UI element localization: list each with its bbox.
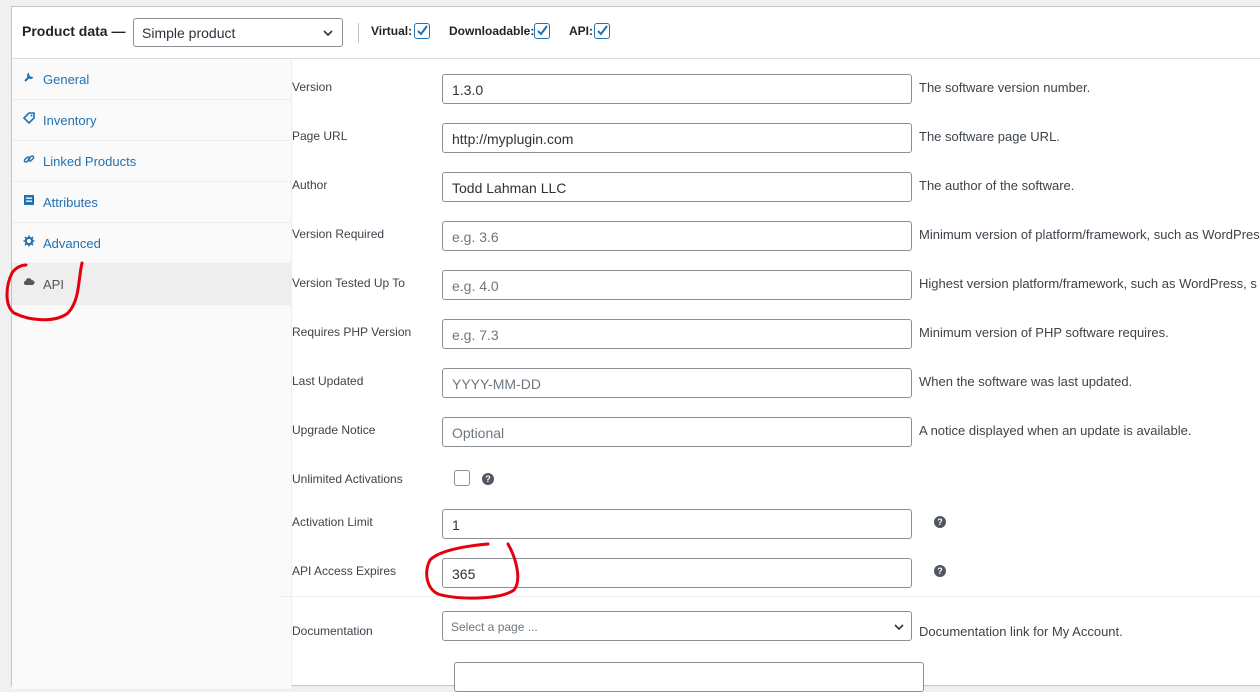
- documentation-description: Documentation link for My Account.: [919, 624, 1123, 639]
- help-icon[interactable]: ?: [482, 473, 494, 485]
- version-required-label: Version Required: [292, 227, 385, 241]
- page-url-label: Page URL: [292, 129, 348, 143]
- author-label: Author: [292, 178, 328, 192]
- version-label: Version: [292, 80, 333, 94]
- chevron-down-icon: [894, 624, 904, 631]
- checkmark-icon: [537, 25, 548, 36]
- product-data-tabs: General Inventory Linked Products Attrib…: [12, 59, 292, 689]
- upgrade-notice-input[interactable]: Optional: [442, 417, 912, 447]
- virtual-checkbox[interactable]: [414, 23, 430, 39]
- activation-limit-label: Activation Limit: [292, 515, 373, 529]
- product-type-value: Simple product: [142, 25, 236, 41]
- documentation-select[interactable]: Select a page ...: [442, 611, 912, 641]
- version-tested-input[interactable]: e.g. 4.0: [442, 270, 912, 300]
- help-icon[interactable]: ?: [934, 565, 946, 577]
- link-icon: [23, 155, 35, 163]
- tab-attributes-label: Attributes: [43, 195, 98, 210]
- activation-limit-input[interactable]: 1: [442, 509, 912, 539]
- tab-inventory-label: Inventory: [43, 113, 97, 128]
- help-icon[interactable]: ?: [934, 516, 946, 528]
- version-input[interactable]: 1.3.0: [442, 74, 912, 104]
- version-required-description: Minimum version of platform/framework, s…: [919, 227, 1260, 242]
- page-url-input[interactable]: http://myplugin.com: [442, 123, 912, 153]
- product-type-select[interactable]: Simple product: [133, 18, 343, 47]
- version-tested-description: Highest version platform/framework, such…: [919, 276, 1257, 291]
- api-checkbox[interactable]: [594, 23, 610, 39]
- requires-php-input[interactable]: e.g. 7.3: [442, 319, 912, 349]
- tab-linked-products-label: Linked Products: [43, 154, 137, 169]
- list-icon: [24, 195, 34, 205]
- unlimited-activations-label: Unlimited Activations: [292, 472, 403, 486]
- upgrade-notice-description: A notice displayed when an update is ava…: [919, 423, 1192, 438]
- tab-advanced[interactable]: Advanced: [12, 223, 291, 264]
- version-description: The software version number.: [919, 80, 1091, 95]
- tab-inventory[interactable]: Inventory: [12, 100, 291, 141]
- tab-general[interactable]: General: [12, 59, 291, 100]
- api-access-expires-input[interactable]: 365: [442, 558, 912, 588]
- virtual-label: Virtual:: [371, 24, 413, 38]
- api-access-expires-label: API Access Expires: [292, 564, 397, 578]
- section-divider: [281, 596, 1260, 597]
- api-label: API:: [569, 24, 593, 38]
- header-separator: [358, 23, 359, 43]
- requires-php-label: Requires PHP Version: [292, 325, 412, 339]
- checkmark-icon: [417, 25, 428, 36]
- wrench-icon: [24, 72, 34, 82]
- documentation-label: Documentation: [292, 624, 373, 638]
- author-description: The author of the software.: [919, 178, 1075, 193]
- last-updated-input[interactable]: YYYY-MM-DD: [442, 368, 912, 398]
- tab-api[interactable]: API: [12, 264, 291, 305]
- product-data-header: Product data — Simple product Virtual: D…: [12, 7, 1260, 59]
- documentation-select-placeholder: Select a page ...: [451, 620, 538, 634]
- downloadable-checkbox[interactable]: [534, 23, 550, 39]
- unlimited-activations-checkbox[interactable]: [454, 470, 470, 486]
- checkmark-icon: [597, 25, 608, 36]
- tab-api-label: API: [43, 277, 64, 292]
- tab-attributes[interactable]: Attributes: [12, 182, 291, 223]
- tab-advanced-label: Advanced: [43, 236, 101, 251]
- author-input[interactable]: Todd Lahman LLC: [442, 172, 912, 202]
- chevron-down-icon: [323, 30, 333, 37]
- tab-general-label: General: [43, 72, 90, 87]
- page-url-description: The software page URL.: [919, 129, 1060, 144]
- downloadable-label: Downloadable:: [449, 24, 535, 38]
- last-updated-description: When the software was last updated.: [919, 374, 1133, 389]
- version-tested-label: Version Tested Up To: [292, 276, 405, 290]
- upgrade-notice-label: Upgrade Notice: [292, 423, 376, 437]
- requires-php-description: Minimum version of PHP software requires…: [919, 325, 1169, 340]
- version-required-input[interactable]: e.g. 3.6: [442, 221, 912, 251]
- next-field-input[interactable]: [454, 662, 924, 692]
- product-data-title: Product data —: [22, 23, 126, 39]
- last-updated-label: Last Updated: [292, 374, 364, 388]
- cloud-icon: [23, 278, 35, 285]
- gear-icon: [23, 235, 35, 247]
- tab-linked-products[interactable]: Linked Products: [12, 141, 291, 182]
- tag-icon: [23, 112, 35, 124]
